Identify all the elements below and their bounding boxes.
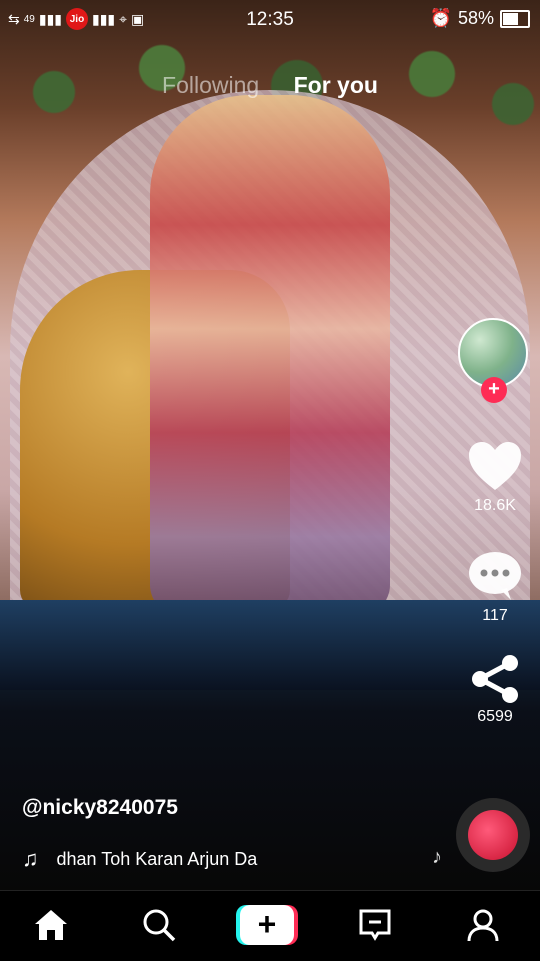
- search-icon[interactable]: [142, 908, 176, 942]
- share-icon[interactable]: [470, 655, 520, 703]
- nav-discover[interactable]: [139, 905, 179, 945]
- deity-statue: [150, 95, 390, 615]
- heart-icon[interactable]: [467, 440, 523, 492]
- alarm-icon: ⏰: [429, 8, 452, 28]
- tab-for-you[interactable]: For you: [294, 72, 378, 98]
- music-row[interactable]: ♫ dhan Toh Karan Arjun Da: [22, 846, 287, 872]
- post-username[interactable]: @nicky8240075: [22, 796, 178, 820]
- comment-action[interactable]: 117: [460, 550, 530, 625]
- stage-platform: [0, 600, 540, 690]
- follow-plus-icon[interactable]: +: [481, 377, 507, 403]
- battery-icon: [500, 9, 530, 28]
- share-action[interactable]: 6599: [460, 655, 530, 726]
- video-background[interactable]: [0, 0, 540, 890]
- bottom-nav: +: [0, 890, 540, 961]
- inbox-icon[interactable]: [358, 908, 392, 942]
- tab-following[interactable]: Following: [162, 72, 259, 98]
- comment-count: 117: [482, 607, 508, 624]
- comment-icon[interactable]: [467, 550, 523, 602]
- status-bar: ⇆ 49 ▮▮▮ Jio ▮▮▮ ⌖ ▣ 12:35 ⏰ 58%: [0, 0, 540, 38]
- nav-profile[interactable]: [463, 905, 503, 945]
- battery-percent: 58%: [457, 8, 494, 28]
- music-note-floating-icon: ♪: [432, 846, 442, 868]
- create-button[interactable]: +: [236, 905, 298, 945]
- music-disc[interactable]: [456, 798, 530, 872]
- like-action[interactable]: 18.6K: [460, 440, 530, 515]
- share-count: 6599: [477, 708, 513, 725]
- music-note-icon: ♫: [22, 846, 39, 871]
- music-disc-art: [468, 810, 518, 860]
- music-title[interactable]: dhan Toh Karan Arjun Da: [57, 849, 287, 870]
- nav-inbox[interactable]: [355, 905, 395, 945]
- feed-tabs: Following For you: [0, 72, 540, 99]
- nav-home[interactable]: [31, 905, 71, 945]
- profile-icon[interactable]: [466, 908, 500, 942]
- home-icon[interactable]: [33, 908, 69, 942]
- like-count: 18.6K: [474, 497, 516, 514]
- status-right: ⏰ 58%: [430, 8, 530, 29]
- create-icon[interactable]: +: [240, 905, 294, 945]
